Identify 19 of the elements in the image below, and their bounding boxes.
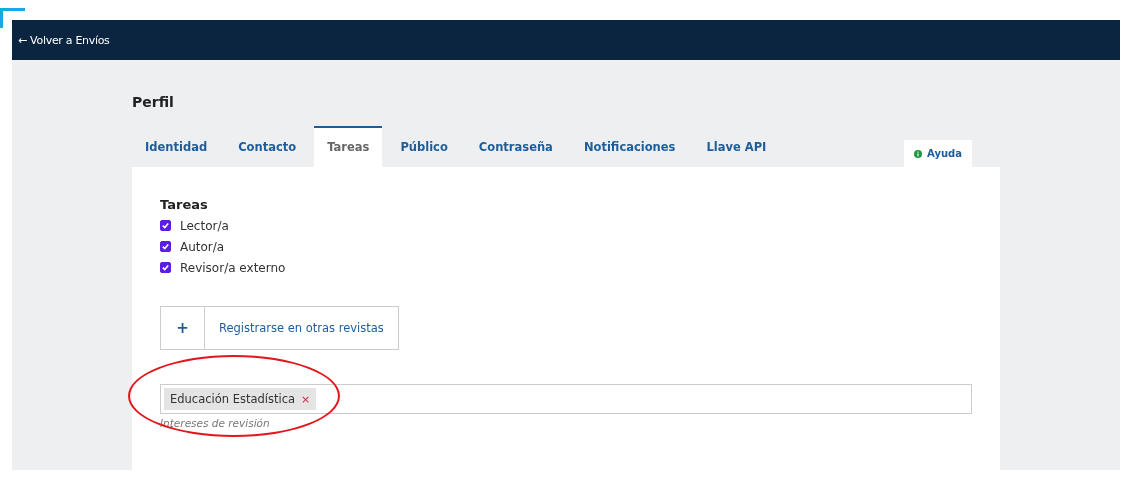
- tab[interactable]: Público: [387, 126, 461, 167]
- interest-tag: Educación Estadística ×: [164, 388, 317, 410]
- help-button[interactable]: Ayuda: [904, 140, 972, 167]
- tab[interactable]: Contraseña: [465, 126, 566, 167]
- register-button[interactable]: + Registrarse en otras revistas: [160, 306, 399, 350]
- checkbox-label: Autor/a: [180, 239, 225, 254]
- tab[interactable]: Contacto: [225, 126, 310, 167]
- checkbox-label: Revisor/a externo: [180, 260, 286, 275]
- section-heading: Tareas: [160, 197, 209, 212]
- tab[interactable]: Tareas: [314, 126, 383, 167]
- tab[interactable]: Llave API: [693, 126, 780, 167]
- field-caption: Intereses de revisión: [160, 417, 271, 429]
- tab[interactable]: Notificaciones: [570, 126, 689, 167]
- back-link[interactable]: ← Volver a Envíos: [18, 33, 110, 47]
- remove-tag-button[interactable]: ×: [301, 392, 311, 406]
- interests-field[interactable]: Educación Estadística ×: [160, 384, 972, 414]
- tab[interactable]: Identidad: [132, 126, 221, 167]
- checkbox-label: Lector/a: [180, 218, 229, 233]
- page-title: Perfil: [132, 94, 175, 110]
